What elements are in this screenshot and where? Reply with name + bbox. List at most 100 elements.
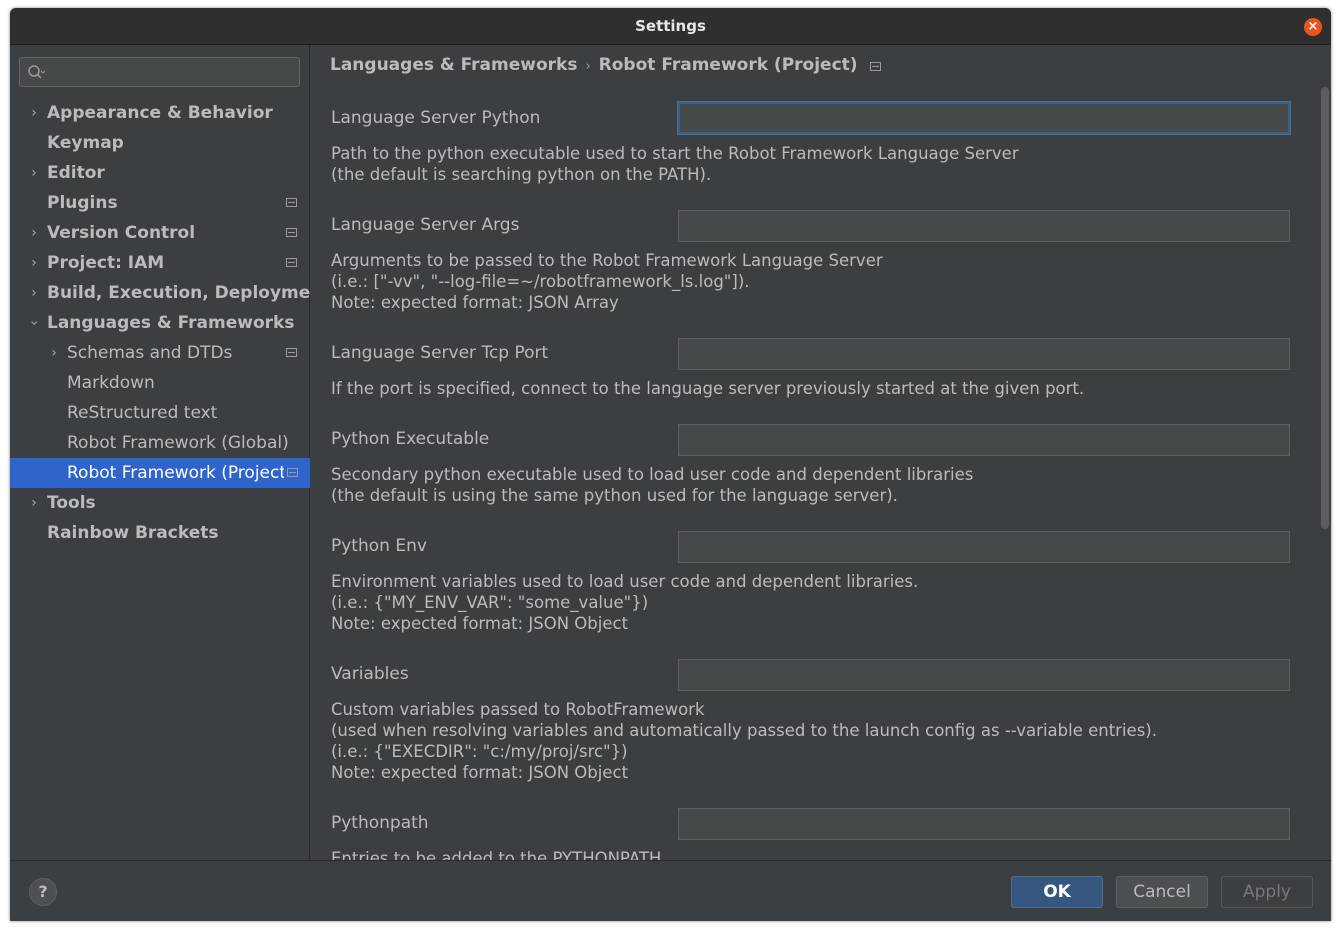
close-icon: × — [1307, 19, 1319, 34]
chevron-down-icon[interactable]: › — [19, 316, 49, 330]
chevron-right-icon[interactable]: › — [27, 278, 41, 308]
python-executable-label: Python Executable — [331, 429, 490, 449]
language-server-tcp-port-description: If the port is specified, connect to the… — [331, 378, 1084, 399]
description-line: Entries to be added to the PYTHONPATH — [331, 849, 662, 860]
sidebar-item-tools[interactable]: › Tools — [10, 488, 310, 518]
sidebar-item-build-execution-deployment[interactable]: › Build, Execution, Deployment — [10, 278, 310, 308]
settings-dialog: Settings × › Appearance & Behavior Keyma… — [10, 8, 1331, 921]
description-line: (i.e.: ["-vv", "--log-file=~/robotframew… — [331, 272, 750, 291]
python-executable-input[interactable] — [678, 424, 1290, 456]
python-env-label: Python Env — [331, 536, 427, 556]
python-env-input[interactable] — [678, 531, 1290, 563]
sidebar-item-editor[interactable]: › Editor — [10, 158, 310, 188]
description-line: (the default is using the same python us… — [331, 486, 898, 505]
search-icon — [28, 65, 45, 79]
apply-button[interactable]: Apply — [1221, 876, 1313, 908]
project-settings-icon — [286, 228, 297, 237]
description-line: Secondary python executable used to load… — [331, 465, 974, 484]
language-server-args-input[interactable] — [678, 210, 1290, 242]
language-server-python-label: Language Server Python — [331, 108, 541, 128]
breadcrumb-current: Robot Framework (Project) — [598, 55, 858, 75]
chevron-right-icon[interactable]: › — [27, 98, 41, 128]
variables-description: Custom variables passed to RobotFramewor… — [331, 699, 1157, 783]
ok-button[interactable]: OK — [1011, 876, 1103, 908]
description-line: Path to the python executable used to st… — [331, 144, 1019, 163]
language-server-python-description: Path to the python executable used to st… — [331, 143, 1019, 185]
project-settings-icon — [286, 198, 297, 207]
settings-tree: › Appearance & Behavior Keymap › Editor … — [10, 98, 310, 548]
language-server-python-input[interactable] — [678, 102, 1290, 134]
settings-sidebar: › Appearance & Behavior Keymap › Editor … — [10, 45, 310, 860]
sidebar-item-label: Editor — [47, 163, 105, 183]
vertical-scrollbar[interactable] — [1321, 87, 1329, 529]
breadcrumb: Languages & Frameworks › Robot Framework (… — [330, 53, 881, 77]
python-env-description: Environment variables used to load user … — [331, 571, 918, 634]
description-line: Note: expected format: JSON Object — [331, 763, 629, 782]
sidebar-item-languages-frameworks[interactable]: › Languages & Frameworks — [10, 308, 310, 338]
settings-search-input[interactable] — [19, 57, 300, 87]
dialog-footer: ? OK Cancel Apply — [10, 860, 1331, 921]
chevron-right-icon[interactable]: › — [27, 248, 41, 278]
language-server-args-description: Arguments to be passed to the Robot Fram… — [331, 250, 883, 313]
sidebar-item-restructured-text[interactable]: ReStructured text — [10, 398, 310, 428]
sidebar-item-version-control[interactable]: › Version Control — [10, 218, 310, 248]
sidebar-item-rainbow-brackets[interactable]: Rainbow Brackets — [10, 518, 310, 548]
sidebar-item-robot-framework-project[interactable]: Robot Framework (Project) — [10, 458, 310, 488]
language-server-tcp-port-input[interactable] — [678, 338, 1290, 370]
sidebar-item-keymap[interactable]: Keymap — [10, 128, 310, 158]
sidebar-item-label: Plugins — [47, 193, 118, 213]
project-settings-icon — [869, 62, 881, 71]
description-line: (i.e.: {"MY_ENV_VAR": "some_value"}) — [331, 593, 649, 612]
close-button[interactable]: × — [1304, 18, 1322, 36]
description-line: (used when resolving variables and autom… — [331, 721, 1157, 740]
sidebar-item-robot-framework-global[interactable]: Robot Framework (Global) — [10, 428, 310, 458]
settings-content: Languages & Frameworks › Robot Framework (… — [311, 45, 1331, 860]
window-title: Settings — [635, 17, 706, 35]
chevron-right-icon[interactable]: › — [47, 338, 61, 368]
sidebar-item-label: Tools — [47, 493, 96, 513]
cancel-button[interactable]: Cancel — [1116, 876, 1208, 908]
sidebar-item-label: Schemas and DTDs — [67, 343, 233, 363]
description-line: (i.e.: {"EXECDIR": "c:/my/proj/src"}) — [331, 742, 628, 761]
sidebar-item-label: Project: IAM — [47, 253, 165, 273]
description-line: Arguments to be passed to the Robot Fram… — [331, 251, 883, 270]
project-settings-icon — [287, 468, 298, 477]
pythonpath-label: Pythonpath — [331, 813, 429, 833]
sidebar-item-label: Markdown — [67, 373, 155, 393]
description-line: If the port is specified, connect to the… — [331, 379, 1085, 398]
python-executable-description: Secondary python executable used to load… — [331, 464, 973, 506]
sidebar-item-appearance-behavior[interactable]: › Appearance & Behavior — [10, 98, 310, 128]
sidebar-item-label: Keymap — [47, 133, 124, 153]
pythonpath-description: Entries to be added to the PYTHONPATH — [331, 848, 661, 860]
description-line: Environment variables used to load user … — [331, 572, 919, 591]
sidebar-item-label: Appearance & Behavior — [47, 103, 273, 123]
sidebar-item-label: Build, Execution, Deployment — [47, 283, 310, 303]
sidebar-item-project[interactable]: › Project: IAM — [10, 248, 310, 278]
sidebar-item-label: ReStructured text — [67, 403, 218, 423]
sidebar-item-label: Languages & Frameworks — [47, 313, 295, 333]
variables-label: Variables — [331, 664, 409, 684]
project-settings-icon — [286, 348, 297, 357]
sidebar-item-schemas-dtds[interactable]: › Schemas and DTDs — [10, 338, 310, 368]
chevron-right-icon[interactable]: › — [27, 218, 41, 248]
pythonpath-input[interactable] — [678, 808, 1290, 840]
help-button[interactable]: ? — [29, 878, 57, 906]
sidebar-item-label: Robot Framework (Global) — [67, 433, 289, 453]
description-line: Note: expected format: JSON Object — [331, 614, 629, 633]
sidebar-item-plugins[interactable]: Plugins — [10, 188, 310, 218]
sidebar-item-label: Robot Framework (Project) — [67, 463, 284, 483]
breadcrumb-separator: › — [585, 59, 591, 74]
description-line: (the default is searching python on the … — [331, 165, 712, 184]
sidebar-item-label: Rainbow Brackets — [47, 523, 219, 543]
sidebar-item-label: Version Control — [47, 223, 196, 243]
chevron-right-icon[interactable]: › — [27, 158, 41, 188]
language-server-tcp-port-label: Language Server Tcp Port — [331, 343, 549, 363]
help-icon: ? — [38, 882, 48, 901]
chevron-right-icon[interactable]: › — [27, 488, 41, 518]
sidebar-item-markdown[interactable]: Markdown — [10, 368, 310, 398]
breadcrumb-parent[interactable]: Languages & Frameworks — [330, 55, 577, 75]
description-line: Note: expected format: JSON Array — [331, 293, 619, 312]
description-line: Custom variables passed to RobotFramewor… — [331, 700, 705, 719]
variables-input[interactable] — [678, 659, 1290, 691]
project-settings-icon — [286, 258, 297, 267]
